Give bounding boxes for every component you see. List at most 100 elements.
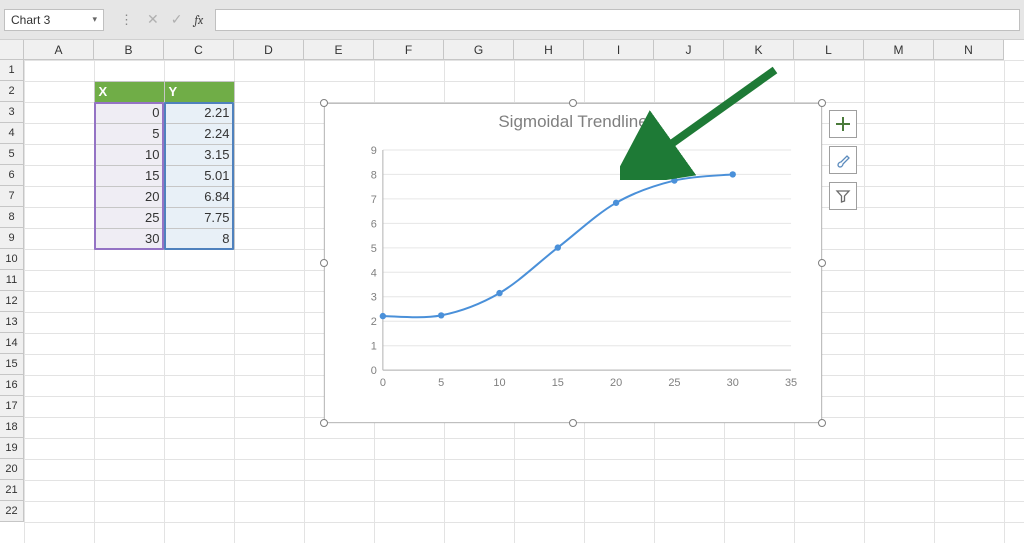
resize-handle[interactable]	[818, 419, 826, 427]
column-header[interactable]: I	[584, 40, 654, 60]
svg-text:8: 8	[371, 169, 377, 181]
cancel-x-icon[interactable]: ✕	[147, 11, 159, 28]
cell-x[interactable]: 0	[94, 102, 164, 123]
plus-icon	[835, 116, 851, 132]
resize-handle[interactable]	[818, 99, 826, 107]
row-header[interactable]: 4	[0, 123, 24, 144]
row-header[interactable]: 10	[0, 249, 24, 270]
column-header[interactable]: N	[934, 40, 1004, 60]
table-row: 155.01	[24, 165, 234, 186]
chart-side-buttons	[829, 110, 857, 210]
cell-x[interactable]: 15	[94, 165, 164, 186]
cell-y[interactable]: 2.21	[164, 102, 234, 123]
row-header[interactable]: 5	[0, 144, 24, 165]
cell-y[interactable]: 7.75	[164, 207, 234, 228]
row-header[interactable]: 6	[0, 165, 24, 186]
fx-label[interactable]: fx	[194, 13, 203, 27]
table-row: 103.15	[24, 144, 234, 165]
resize-handle[interactable]	[320, 259, 328, 267]
row-header[interactable]: 12	[0, 291, 24, 312]
row-header[interactable]: 13	[0, 312, 24, 333]
svg-text:0: 0	[371, 365, 377, 377]
row-header[interactable]: 7	[0, 186, 24, 207]
chevron-down-icon[interactable]: ▾	[92, 14, 97, 25]
row-header[interactable]: 3	[0, 102, 24, 123]
row-header[interactable]: 19	[0, 438, 24, 459]
table-header-y[interactable]: Y	[164, 81, 234, 102]
cell-x[interactable]: 25	[94, 207, 164, 228]
svg-text:3: 3	[371, 292, 377, 304]
column-header[interactable]: A	[24, 40, 94, 60]
row-header[interactable]: 17	[0, 396, 24, 417]
column-header[interactable]: M	[864, 40, 934, 60]
row-header[interactable]: 1	[0, 60, 24, 81]
column-header[interactable]: H	[514, 40, 584, 60]
name-box[interactable]: Chart 3 ▾	[4, 9, 104, 31]
table-row: 206.84	[24, 186, 234, 207]
column-header[interactable]: C	[164, 40, 234, 60]
chart-title[interactable]: Sigmoidal Trendline	[325, 104, 821, 132]
svg-text:4: 4	[371, 267, 377, 279]
column-header[interactable]: E	[304, 40, 374, 60]
row-header[interactable]: 15	[0, 354, 24, 375]
column-header[interactable]: J	[654, 40, 724, 60]
chart-elements-button[interactable]	[829, 110, 857, 138]
svg-text:35: 35	[785, 377, 797, 389]
column-headers: ABCDEFGHIJKLMN	[24, 40, 1024, 60]
cell-y[interactable]: 8	[164, 228, 234, 249]
svg-text:6: 6	[371, 218, 377, 230]
svg-text:5: 5	[371, 243, 377, 255]
row-header[interactable]: 9	[0, 228, 24, 249]
cell-x[interactable]: 20	[94, 186, 164, 207]
column-header[interactable]: B	[94, 40, 164, 60]
column-header[interactable]: K	[724, 40, 794, 60]
svg-text:30: 30	[727, 377, 739, 389]
table-row: 308	[24, 228, 234, 249]
cell-x[interactable]: 5	[94, 123, 164, 144]
svg-text:20: 20	[610, 377, 622, 389]
row-header[interactable]: 16	[0, 375, 24, 396]
resize-handle[interactable]	[569, 99, 577, 107]
column-header[interactable]: F	[374, 40, 444, 60]
table-header-x[interactable]: X	[94, 81, 164, 102]
cell-y[interactable]: 3.15	[164, 144, 234, 165]
resize-handle[interactable]	[320, 419, 328, 427]
row-header[interactable]: 2	[0, 81, 24, 102]
resize-handle[interactable]	[569, 419, 577, 427]
formula-bar-input[interactable]	[215, 9, 1020, 31]
chart-filter-button[interactable]	[829, 182, 857, 210]
column-header[interactable]: L	[794, 40, 864, 60]
chart-object[interactable]: Sigmoidal Trendline 01234567890510152025…	[324, 103, 822, 423]
resize-handle[interactable]	[818, 259, 826, 267]
resize-handle[interactable]	[320, 99, 328, 107]
select-all-corner[interactable]	[0, 40, 24, 60]
svg-text:5: 5	[438, 377, 444, 389]
name-box-value: Chart 3	[11, 13, 50, 27]
grip-dots-icon: ⋮	[120, 12, 133, 28]
funnel-icon	[835, 188, 851, 204]
plot-area[interactable]: 012345678905101520253035	[355, 144, 801, 392]
svg-text:1: 1	[371, 341, 377, 353]
cell-y[interactable]: 2.24	[164, 123, 234, 144]
formula-bar-strip: Chart 3 ▾ ⋮ ✕ ✓ fx	[0, 0, 1024, 40]
cell-y[interactable]: 5.01	[164, 165, 234, 186]
cell-x[interactable]: 30	[94, 228, 164, 249]
row-header[interactable]: 18	[0, 417, 24, 438]
svg-text:25: 25	[668, 377, 680, 389]
enter-check-icon[interactable]: ✓	[171, 11, 183, 28]
svg-text:7: 7	[371, 194, 377, 206]
data-table: X Y 02.2152.24103.15155.01206.84257.7530…	[24, 60, 235, 250]
cell-x[interactable]: 10	[94, 144, 164, 165]
column-header[interactable]: D	[234, 40, 304, 60]
row-header[interactable]: 20	[0, 459, 24, 480]
row-header[interactable]: 11	[0, 270, 24, 291]
cell-y[interactable]: 6.84	[164, 186, 234, 207]
row-header[interactable]: 22	[0, 501, 24, 522]
brush-icon	[835, 152, 851, 168]
chart-styles-button[interactable]	[829, 146, 857, 174]
column-header[interactable]: G	[444, 40, 514, 60]
svg-text:15: 15	[552, 377, 564, 389]
row-header[interactable]: 14	[0, 333, 24, 354]
row-header[interactable]: 21	[0, 480, 24, 501]
row-header[interactable]: 8	[0, 207, 24, 228]
